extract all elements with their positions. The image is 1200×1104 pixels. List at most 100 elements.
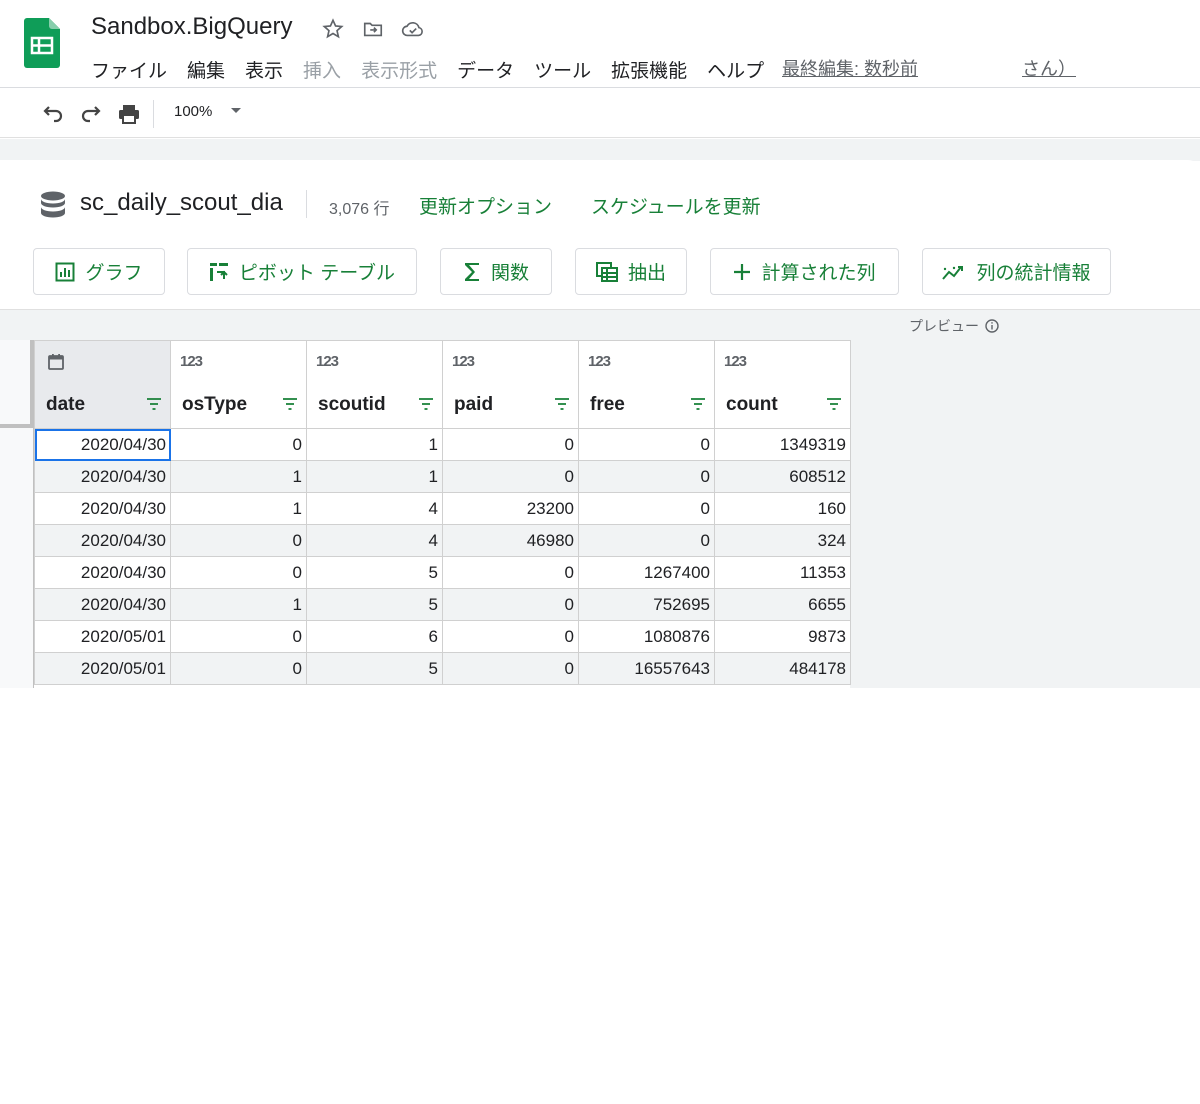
menu-format[interactable]: 表示形式 [361, 56, 437, 83]
menu-file[interactable]: ファイル [91, 56, 167, 83]
table-cell[interactable]: 5 [306, 556, 443, 589]
column-header-free[interactable]: 123 free [578, 340, 715, 429]
select-all-corner[interactable] [0, 340, 34, 428]
table-row: 2020/04/30 1 5 0 752695 6655 [34, 588, 851, 621]
document-title[interactable]: Sandbox.BigQuery [91, 13, 292, 41]
table-cell[interactable]: 160 [714, 492, 851, 525]
table-cell[interactable]: 1080876 [578, 620, 715, 653]
column-name: free [590, 394, 625, 415]
table-cell[interactable]: 1267400 [578, 556, 715, 589]
table-cell[interactable]: 2020/04/30 [34, 492, 171, 525]
menu-data[interactable]: データ [457, 56, 514, 83]
filter-icon[interactable] [826, 398, 842, 410]
table-cell[interactable]: 2020/04/30 [34, 428, 171, 461]
table-cell[interactable]: 0 [170, 556, 307, 589]
divider [306, 190, 307, 218]
table-cell[interactable]: 2020/04/30 [34, 556, 171, 589]
table-cell[interactable]: 11353 [714, 556, 851, 589]
table-cell[interactable]: 5 [306, 588, 443, 621]
table-cell[interactable]: 2020/04/30 [34, 460, 171, 493]
update-schedule-link[interactable]: スケジュールを更新 [591, 192, 761, 219]
table-cell[interactable]: 1 [306, 460, 443, 493]
menu-edit[interactable]: 編集 [187, 56, 225, 83]
table-cell[interactable]: 0 [170, 524, 307, 557]
table-cell[interactable]: 0 [170, 428, 307, 461]
table-cell[interactable]: 0 [442, 588, 579, 621]
column-header-date[interactable]: date [34, 340, 171, 429]
table-cell[interactable]: 1 [170, 460, 307, 493]
move-to-folder-icon[interactable] [360, 16, 386, 42]
filter-icon[interactable] [146, 398, 162, 410]
extract-button[interactable]: 抽出 [575, 248, 687, 295]
table-cell[interactable]: 1 [170, 492, 307, 525]
table-cell[interactable]: 2020/05/01 [34, 620, 171, 653]
extract-button-label: 抽出 [627, 263, 666, 284]
menu-tools[interactable]: ツール [534, 56, 591, 83]
table-cell[interactable]: 484178 [714, 652, 851, 685]
table-cell[interactable]: 0 [578, 460, 715, 493]
filter-icon[interactable] [418, 398, 434, 410]
undo-icon[interactable] [40, 101, 66, 127]
table-cell[interactable]: 0 [578, 524, 715, 557]
table-cell[interactable]: 23200 [442, 492, 579, 525]
star-icon[interactable] [320, 16, 346, 42]
table-cell[interactable]: 2020/05/01 [34, 652, 171, 685]
last-editor-user[interactable]: さん） [1022, 55, 1078, 81]
table-cell[interactable]: 9873 [714, 620, 851, 653]
zoom-select[interactable]: 100% [174, 103, 212, 120]
refresh-options-link[interactable]: 更新オプション [419, 192, 552, 219]
table-cell[interactable]: 608512 [714, 460, 851, 493]
last-edit-link[interactable]: 最終編集: 数秒前 [782, 55, 918, 81]
table-cell[interactable]: 0 [170, 652, 307, 685]
menu-view[interactable]: 表示 [245, 56, 283, 83]
table-cell[interactable]: 0 [442, 556, 579, 589]
redo-icon[interactable] [78, 101, 104, 127]
table-cell[interactable]: 0 [442, 652, 579, 685]
preview-label: プレビュー [909, 318, 979, 334]
table-cell[interactable]: 2020/04/30 [34, 588, 171, 621]
table-cell[interactable]: 0 [578, 428, 715, 461]
sigma-icon [464, 262, 479, 281]
calculated-column-button[interactable]: 計算された列 [710, 248, 899, 295]
table-cell[interactable]: 0 [442, 620, 579, 653]
column-header-paid[interactable]: 123 paid [442, 340, 579, 429]
data-grid: date 123 osType 123 scoutid 123 paid 123… [34, 340, 851, 685]
menu-insert[interactable]: 挿入 [303, 56, 341, 83]
column-header-scoutid[interactable]: 123 scoutid [306, 340, 443, 429]
table-cell[interactable]: 1 [306, 428, 443, 461]
filter-icon[interactable] [554, 398, 570, 410]
table-cell[interactable]: 2020/04/30 [34, 524, 171, 557]
menu-bar: ファイル 編集 表示 挿入 表示形式 データ ツール 拡張機能 ヘルプ [91, 56, 784, 83]
table-cell[interactable]: 5 [306, 652, 443, 685]
table-cell[interactable]: 0 [442, 428, 579, 461]
function-button[interactable]: 関数 [440, 248, 552, 295]
menu-help[interactable]: ヘルプ [707, 56, 764, 83]
table-row: 2020/05/01 0 5 0 16557643 484178 [34, 652, 851, 685]
table-cell[interactable]: 6 [306, 620, 443, 653]
filter-icon[interactable] [690, 398, 706, 410]
table-cell[interactable]: 46980 [442, 524, 579, 557]
table-cell[interactable]: 752695 [578, 588, 715, 621]
sheets-logo-icon[interactable] [24, 18, 60, 68]
menu-extensions[interactable]: 拡張機能 [611, 56, 687, 83]
column-header-ostype[interactable]: 123 osType [170, 340, 307, 429]
cloud-saved-icon[interactable] [400, 16, 426, 42]
table-cell[interactable]: 16557643 [578, 652, 715, 685]
table-cell[interactable]: 324 [714, 524, 851, 557]
column-stats-button[interactable]: 列の統計情報 [922, 248, 1111, 295]
table-cell[interactable]: 0 [578, 492, 715, 525]
table-cell[interactable]: 6655 [714, 588, 851, 621]
table-cell[interactable]: 1349319 [714, 428, 851, 461]
pivot-table-button[interactable]: ピボット テーブル [187, 248, 417, 295]
filter-icon[interactable] [282, 398, 298, 410]
table-cell[interactable]: 0 [170, 620, 307, 653]
info-icon[interactable] [985, 319, 999, 333]
print-icon[interactable] [116, 101, 142, 127]
table-cell[interactable]: 4 [306, 524, 443, 557]
chevron-down-icon[interactable] [231, 108, 241, 113]
table-cell[interactable]: 0 [442, 460, 579, 493]
column-header-count[interactable]: 123 count [714, 340, 851, 429]
chart-button[interactable]: グラフ [33, 248, 165, 295]
table-cell[interactable]: 4 [306, 492, 443, 525]
table-cell[interactable]: 1 [170, 588, 307, 621]
